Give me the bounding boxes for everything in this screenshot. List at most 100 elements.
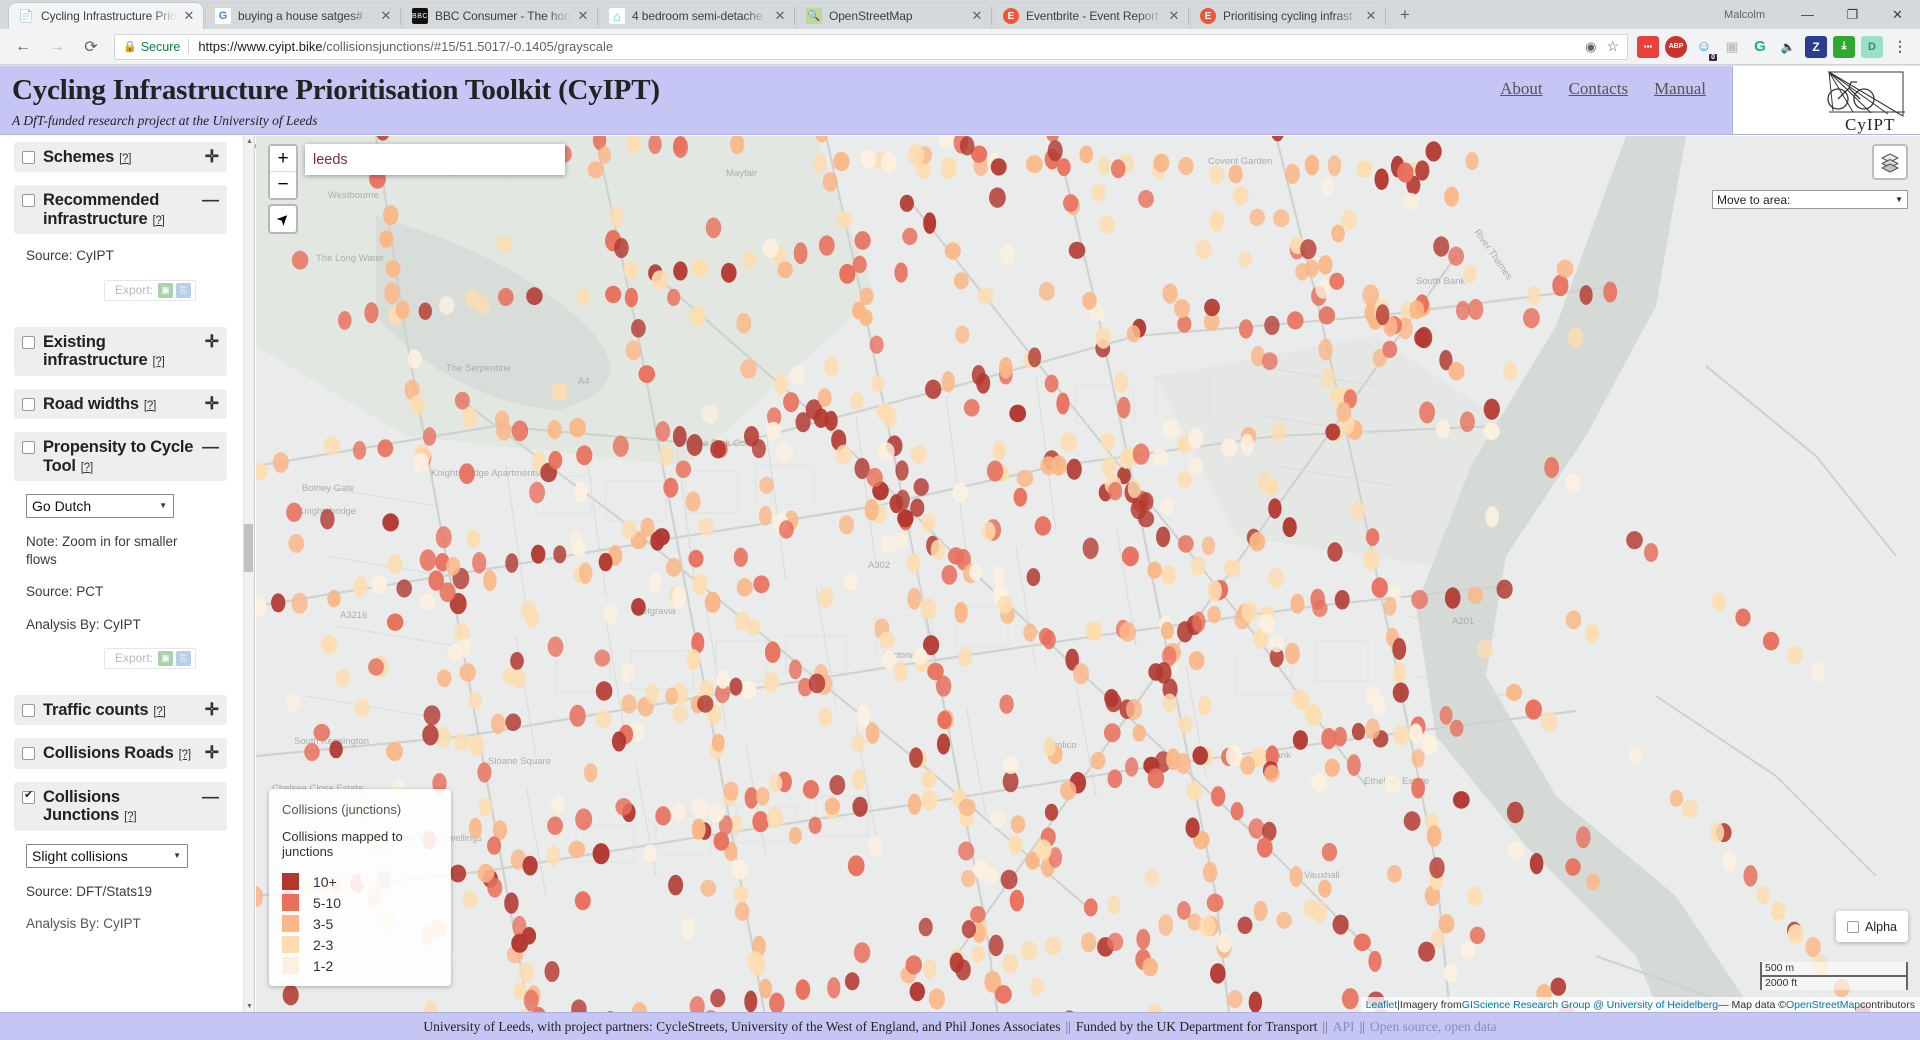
footer-open-source-link[interactable]: Open source, open data <box>1370 1019 1497 1035</box>
giscience-link[interactable]: GIScience Research Group @ University of… <box>1462 999 1718 1011</box>
sidebar-item-collisions-junctions[interactable]: Collisions Junctions[?] — <box>14 781 227 831</box>
grammarly-icon[interactable]: G <box>1749 36 1771 58</box>
nav-link-about[interactable]: About <box>1500 79 1543 99</box>
tab-close-button[interactable]: ✕ <box>575 8 591 24</box>
sidebar-item-propensity-to-cycle-tool[interactable]: Propensity to Cycle Tool [?] — <box>14 432 227 481</box>
layer-checkbox[interactable] <box>22 194 35 208</box>
layer-checkbox[interactable] <box>22 703 35 717</box>
collapse-icon[interactable]: — <box>202 191 219 209</box>
chrome-menu-icon[interactable]: ⋮ <box>1889 36 1911 58</box>
user-profile-label[interactable]: Malcolm <box>1724 9 1765 21</box>
move-to-area-select[interactable]: Move to area: ▼ <box>1712 190 1908 209</box>
sidebar-item-recommended-infrastructure[interactable]: Recommended infrastructure [?] — <box>14 185 227 235</box>
expand-icon[interactable]: ✛ <box>205 700 219 719</box>
zotero-icon[interactable]: Z <box>1805 35 1827 58</box>
export-excel-icon[interactable]: ▣ <box>158 650 173 666</box>
layer-checkbox[interactable] <box>22 747 35 761</box>
nav-link-manual[interactable]: Manual <box>1654 79 1706 99</box>
address-bar[interactable]: 🔒 Secure https://www.cyipt.bike/collisio… <box>114 33 1628 60</box>
export-excel-icon[interactable]: ▣ <box>158 282 173 298</box>
tab-close-button[interactable]: ✕ <box>1363 8 1379 24</box>
tab-close-button[interactable]: ✕ <box>181 8 197 24</box>
legend-entry: 2-3 <box>282 936 438 953</box>
tab-close-button[interactable]: ✕ <box>378 8 394 24</box>
locate-icon[interactable]: ➤ <box>265 201 302 238</box>
browser-tab[interactable]: 📄 Cycling Infrastructure Prio ✕ <box>8 2 204 29</box>
minimize-button[interactable]: — <box>1785 0 1830 29</box>
collapse-icon[interactable]: — <box>202 438 219 456</box>
cast-icon[interactable]: ◉ <box>1585 39 1596 55</box>
zoom-note: Note: Zoom in for smaller flows <box>26 533 178 568</box>
disabled-extension-icon[interactable]: ▣ <box>1721 36 1743 58</box>
alpha-checkbox[interactable] <box>1847 920 1859 933</box>
expand-icon[interactable]: ✛ <box>205 332 219 351</box>
ghostery-icon[interactable]: ☺ 0 <box>1693 36 1717 61</box>
tab-close-button[interactable]: ✕ <box>772 8 788 24</box>
sidebar-item-collisions-roads[interactable]: Collisions Roads [?] ✛ <box>14 738 227 769</box>
layers-control[interactable] <box>1872 144 1908 180</box>
browser-tab[interactable]: E Prioritising cycling infrast ✕ <box>1190 2 1386 29</box>
scenario-select[interactable]: Go Dutch ▼ <box>26 493 174 518</box>
window-close-button[interactable]: ✕ <box>1875 0 1920 29</box>
browser-tab[interactable]: BBC BBC Consumer - The hom ✕ <box>402 2 598 29</box>
browser-tab[interactable]: ⌂ 4 bedroom semi-detache ✕ <box>599 2 795 29</box>
pocket-icon[interactable]: ▪▪▪ <box>1637 35 1659 58</box>
footer-api-link[interactable]: API <box>1333 1019 1355 1035</box>
layer-checkbox[interactable] <box>22 397 35 411</box>
scrollbar-thumb[interactable] <box>244 524 253 572</box>
sidebar-item-existing-infrastructure[interactable]: Existing infrastructure [?] ✛ <box>14 326 227 376</box>
help-icon: [?] <box>153 705 166 718</box>
browser-tab[interactable]: 🔍 OpenStreetMap ✕ <box>796 2 992 29</box>
bookmark-star-icon[interactable]: ☆ <box>1606 38 1619 55</box>
search-input[interactable]: leeds <box>305 144 565 175</box>
legend-entry: 1-2 <box>282 957 438 974</box>
tab-title: BBC Consumer - The hom <box>435 9 571 23</box>
zoom-control[interactable]: + − <box>268 144 298 200</box>
export-geojson-icon[interactable]: ⎘ <box>176 650 191 666</box>
forward-button[interactable]: → <box>43 33 71 61</box>
sound-icon[interactable]: 🔈 <box>1777 36 1799 58</box>
collapse-icon[interactable]: — <box>202 787 219 806</box>
maximize-button[interactable]: ❐ <box>1830 0 1875 29</box>
nav-link-contacts[interactable]: Contacts <box>1569 79 1629 99</box>
layer-checkbox[interactable] <box>22 789 35 804</box>
reload-button[interactable]: ⟳ <box>77 33 105 61</box>
sidebar-item-schemes[interactable]: Schemes [?] ✛ <box>14 142 227 173</box>
scroll-down-arrow[interactable]: ▼ <box>245 1001 254 1012</box>
browser-tab[interactable]: E Eventbrite - Event Report ✕ <box>993 2 1189 29</box>
locate-control[interactable]: ➤ <box>268 204 298 234</box>
expand-icon[interactable]: ✛ <box>205 394 219 413</box>
back-button[interactable]: ← <box>9 33 37 61</box>
layer-checkbox[interactable] <box>22 441 35 455</box>
export-controls[interactable]: Export: ▣ ⎘ <box>104 279 196 301</box>
download-icon[interactable]: ⤓ <box>1833 35 1855 58</box>
sidebar-scrollbar[interactable]: ▲ ▼ <box>243 136 254 1012</box>
expand-icon[interactable]: ✛ <box>205 148 219 166</box>
leaflet-map[interactable]: The Long Water The Serpentine Hyde Park … <box>256 136 1920 1012</box>
collision-severity-select[interactable]: Slight collisions ▼ <box>26 843 188 868</box>
layer-checkbox[interactable] <box>22 151 35 164</box>
eventbrite-icon: E <box>1200 8 1216 24</box>
header-text-block: Cycling Infrastructure Prioritisation To… <box>0 66 1500 149</box>
browser-tab[interactable]: G buying a house satges# ✕ <box>205 2 401 29</box>
export-geojson-icon[interactable]: ⎘ <box>176 282 191 298</box>
layer-checkbox[interactable] <box>22 335 35 349</box>
layer-label: Schemes [?] <box>43 148 132 166</box>
sidebar-item-traffic-counts[interactable]: Traffic counts [?] ✛ <box>14 694 227 726</box>
layer-label: Road widths [?] <box>43 394 157 413</box>
leaflet-link[interactable]: Leaflet <box>1366 999 1398 1011</box>
sidebar-item-road-widths[interactable]: Road widths [?] ✛ <box>14 388 227 420</box>
tab-close-button[interactable]: ✕ <box>969 8 985 24</box>
zoom-out-button[interactable]: − <box>270 172 296 198</box>
cyipt-logo[interactable]: CyIPT <box>1732 66 1920 134</box>
tab-close-button[interactable]: ✕ <box>1166 8 1182 24</box>
new-tab-button[interactable]: + <box>1391 3 1419 29</box>
openstreetmap-link[interactable]: OpenStreetMap <box>1786 999 1860 1011</box>
adblock-plus-icon[interactable]: ABP <box>1665 35 1687 58</box>
zoom-in-button[interactable]: + <box>270 146 296 172</box>
scroll-up-arrow[interactable]: ▲ <box>245 136 254 147</box>
alpha-control[interactable]: Alpha <box>1836 911 1908 942</box>
export-controls[interactable]: Export: ▣ ⎘ <box>104 647 196 669</box>
expand-icon[interactable]: ✛ <box>205 744 219 762</box>
d-extension-icon[interactable]: D <box>1861 35 1883 58</box>
